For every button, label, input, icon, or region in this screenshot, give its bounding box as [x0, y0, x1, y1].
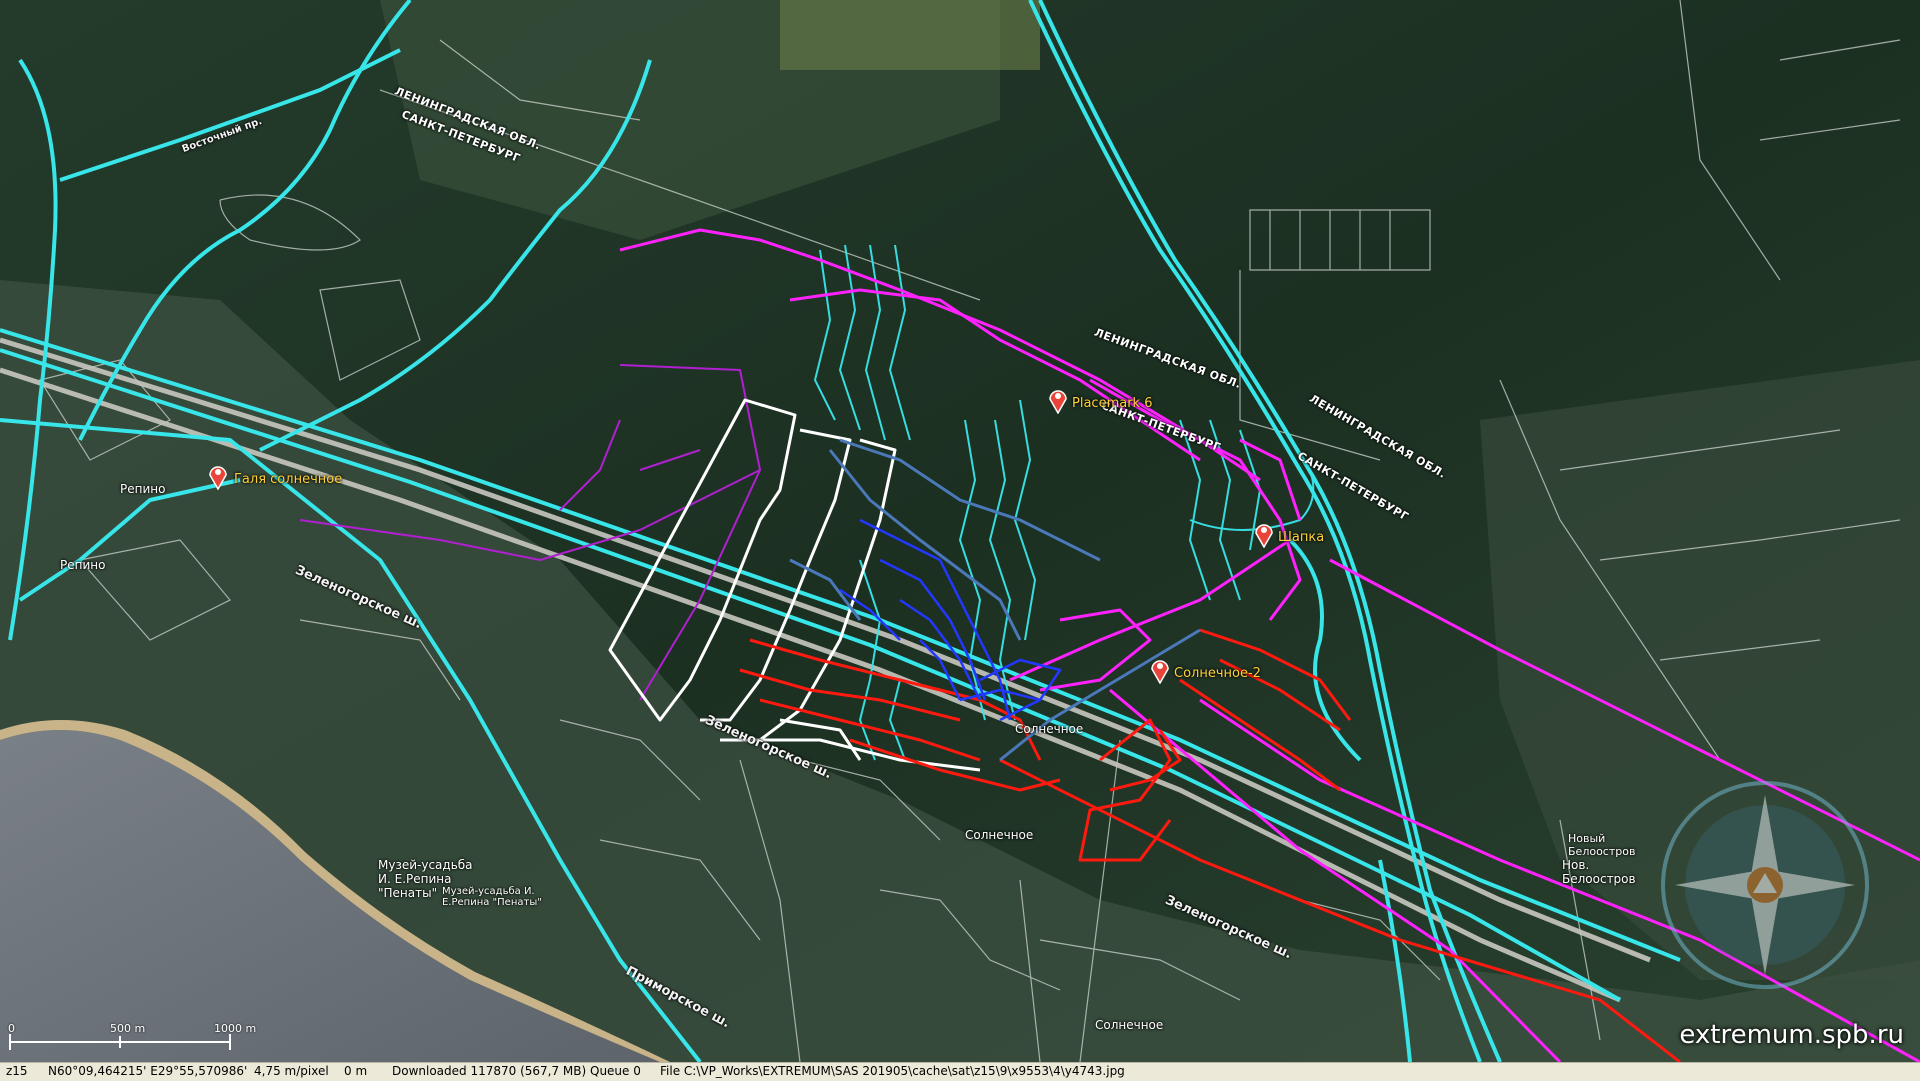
status-distance: 0 m	[344, 1064, 368, 1078]
status-zoom: z15	[6, 1064, 28, 1078]
scale-label-0: 0	[8, 1022, 15, 1035]
placemark-pin-icon[interactable]	[208, 462, 228, 490]
placemark-pin-icon[interactable]	[1254, 520, 1274, 548]
status-downloaded: Downloaded 117870 (567,7 MB)	[392, 1064, 587, 1078]
placemark-pin-icon[interactable]	[1150, 656, 1170, 684]
status-file-path: File C:\VP_Works\EXTREMUM\SAS 201905\cac…	[660, 1064, 1125, 1078]
status-queue: Queue 0	[590, 1064, 641, 1078]
field-area	[780, 0, 1040, 70]
scale-label-1000: 1000 m	[214, 1022, 257, 1035]
scale-label-500: 500 m	[110, 1022, 146, 1035]
status-bar: z15 N60°09,464215' E29°55,570986' 4,75 m…	[0, 1062, 1920, 1081]
watermark-text: extremum.spb.ru	[1679, 1020, 1904, 1050]
placemark-pin-icon[interactable]	[1048, 386, 1068, 414]
rescue-emblem	[1661, 781, 1869, 989]
satellite-map[interactable]	[0, 0, 1920, 1062]
status-resolution: 4,75 m/pixel	[254, 1064, 329, 1078]
status-coordinates: N60°09,464215' E29°55,570986'	[48, 1064, 248, 1078]
